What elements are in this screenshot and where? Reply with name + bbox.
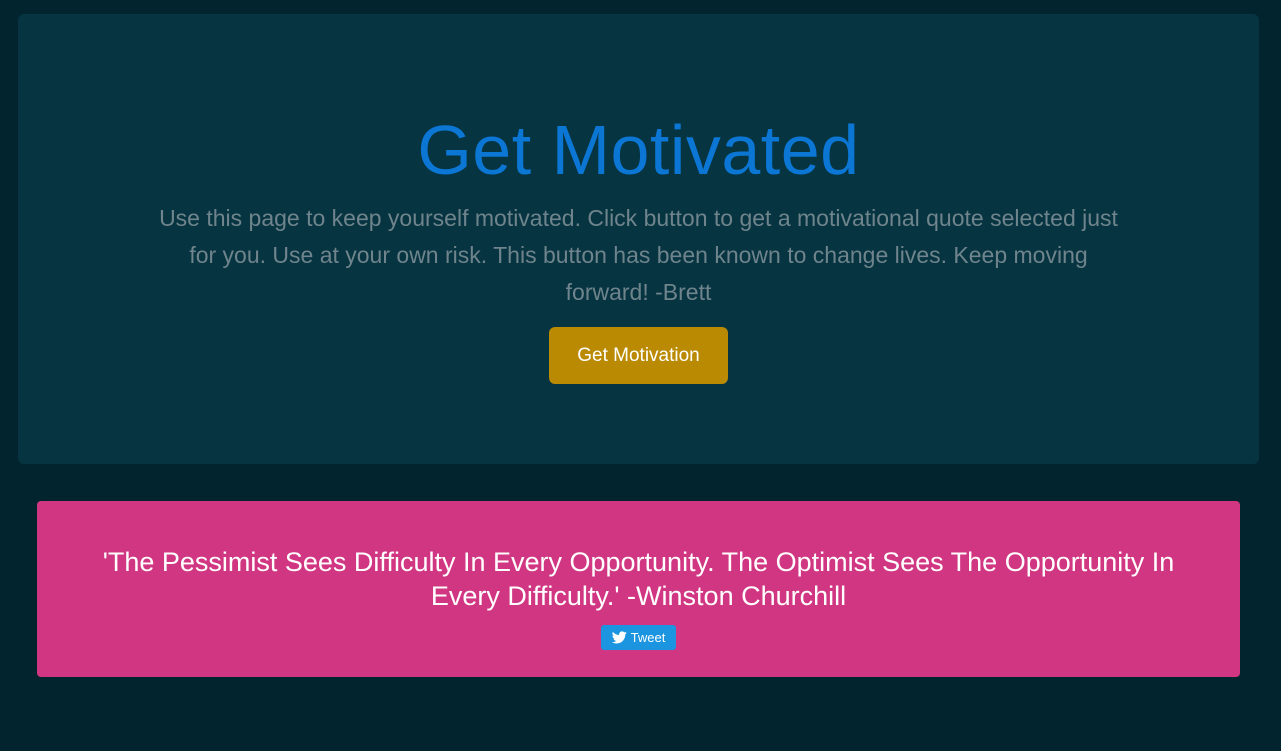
tweet-button[interactable]: Tweet — [601, 625, 676, 650]
get-motivation-button[interactable]: Get Motivation — [549, 327, 728, 384]
tweet-label: Tweet — [630, 630, 666, 645]
hero-jumbotron: Get Motivated Use this page to keep your… — [18, 14, 1259, 464]
quote-text: 'The Pessimist Sees Difficulty In Every … — [102, 547, 1175, 611]
intro-text: Use this page to keep yourself motivated… — [159, 205, 1118, 305]
twitter-bird-icon — [611, 631, 627, 644]
page-title: Get Motivated — [417, 111, 860, 189]
quote-card: 'The Pessimist Sees Difficulty In Every … — [37, 501, 1240, 677]
